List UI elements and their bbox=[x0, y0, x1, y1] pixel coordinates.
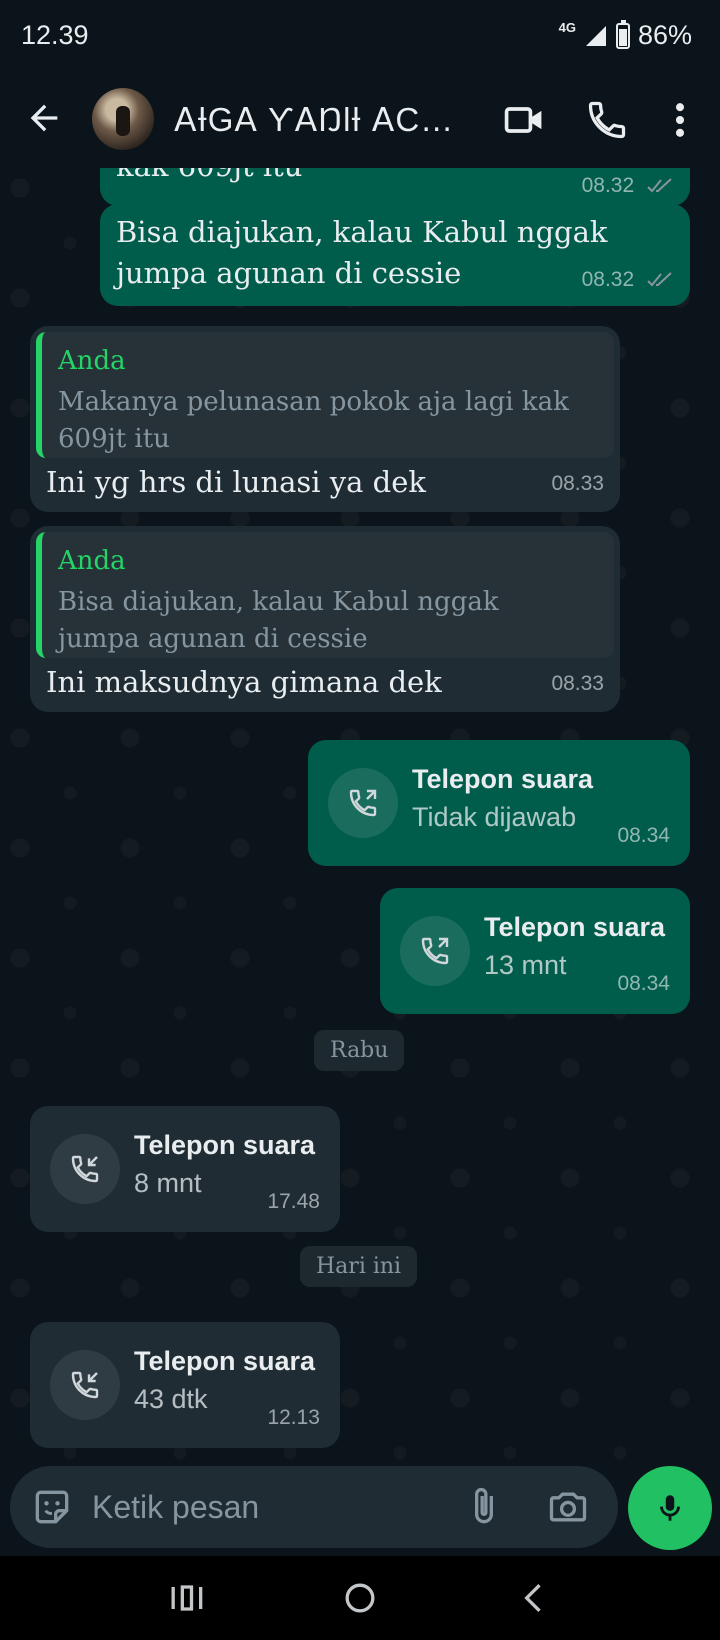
message-time: 17.48 bbox=[267, 1190, 320, 1213]
message-text: Bisa diajukan, kalau Kabul nggak jumpa a… bbox=[116, 215, 608, 290]
quoted-message[interactable]: Anda Makanya pelunasan pokok aja lagi ka… bbox=[36, 332, 614, 458]
call-title: Telepon suara bbox=[484, 912, 666, 942]
quoted-message[interactable]: Anda Bisa diajukan, kalau Kabul nggak ju… bbox=[36, 532, 614, 658]
voice-message-button[interactable] bbox=[628, 1466, 712, 1550]
signal-icon bbox=[585, 25, 606, 46]
home-icon[interactable] bbox=[338, 1576, 382, 1620]
read-ticks-icon bbox=[647, 272, 672, 287]
message-bubble-incoming[interactable]: Anda Makanya pelunasan pokok aja lagi ka… bbox=[30, 326, 620, 512]
call-title: Telepon suara bbox=[134, 1130, 316, 1160]
call-duration: 43 dtk bbox=[134, 1384, 208, 1414]
message-text: Ini yg hrs di lunasi ya dek bbox=[46, 465, 426, 499]
call-bubble-outgoing[interactable]: Telepon suara Tidak dijawab 08.34 bbox=[308, 740, 690, 866]
call-icon-circle bbox=[50, 1134, 120, 1204]
message-bubble-incoming[interactable]: Anda Bisa diajukan, kalau Kabul nggak ju… bbox=[30, 526, 620, 712]
message-time: 12.13 bbox=[267, 1406, 320, 1429]
message-text: kak 609jt itu bbox=[116, 168, 302, 187]
message-input[interactable] bbox=[92, 1466, 432, 1548]
message-text: Ini maksudnya gimana dek bbox=[46, 665, 442, 699]
contact-name[interactable]: ꓮƗGꓮ ƳꓮŊƖƗ ꓮCĦ... bbox=[174, 100, 464, 139]
attach-paperclip-icon[interactable] bbox=[462, 1485, 506, 1529]
message-time: 08.33 bbox=[551, 472, 604, 495]
call-icon-circle bbox=[50, 1350, 120, 1420]
voice-call-icon[interactable] bbox=[585, 98, 629, 142]
status-icons: 4G 86% bbox=[558, 19, 692, 51]
message-time: 08.33 bbox=[551, 672, 604, 695]
date-divider: Hari ini bbox=[300, 1246, 418, 1287]
message-time: 08.32 bbox=[582, 174, 674, 198]
status-bar: 12.39 4G 86% bbox=[0, 0, 720, 72]
call-bubble-outgoing[interactable]: Telepon suara 13 mnt 08.34 bbox=[380, 888, 690, 1014]
message-bubble-outgoing[interactable]: Bisa diajukan, kalau Kabul nggak jumpa a… bbox=[100, 204, 690, 306]
more-options-icon[interactable] bbox=[658, 98, 702, 142]
call-duration: 13 mnt bbox=[484, 950, 567, 980]
microphone-icon bbox=[660, 1495, 680, 1521]
call-status: Tidak dijawab bbox=[412, 802, 577, 832]
call-title: Telepon suara bbox=[412, 764, 594, 794]
message-bubble-outgoing[interactable]: kak 609jt itu 08.32 bbox=[100, 168, 690, 206]
incoming-call-icon bbox=[71, 1155, 99, 1183]
battery-icon bbox=[615, 19, 630, 49]
message-time: 08.34 bbox=[617, 972, 670, 995]
outgoing-call-icon bbox=[349, 789, 377, 817]
date-divider: Rabu bbox=[314, 1030, 405, 1071]
incoming-call-icon bbox=[71, 1371, 99, 1399]
camera-icon[interactable] bbox=[546, 1485, 590, 1529]
contact-avatar[interactable] bbox=[92, 88, 154, 150]
chat-header: ꓮƗGꓮ ƳꓮŊƖƗ ꓮCĦ... bbox=[0, 72, 720, 168]
video-call-icon[interactable] bbox=[502, 98, 546, 142]
call-title: Telepon suara bbox=[134, 1346, 316, 1376]
network-type: 4G bbox=[558, 20, 576, 35]
read-ticks-icon bbox=[647, 178, 672, 193]
status-time: 12.39 bbox=[21, 20, 89, 50]
back-nav-icon[interactable] bbox=[512, 1576, 556, 1620]
call-icon-circle bbox=[328, 768, 398, 838]
chat-area[interactable]: kak 609jt itu 08.32 Bisa diajukan, kalau… bbox=[0, 168, 720, 1460]
call-icon-circle bbox=[400, 916, 470, 986]
message-time: 08.32 bbox=[582, 268, 674, 292]
quoted-text: Bisa diajukan, kalau Kabul nggak jumpa a… bbox=[58, 587, 499, 654]
quoted-sender: Anda bbox=[58, 546, 126, 576]
call-bubble-incoming[interactable]: Telepon suara 8 mnt 17.48 bbox=[30, 1106, 340, 1232]
battery-percent: 86% bbox=[637, 20, 692, 50]
sticker-emoji-icon[interactable] bbox=[30, 1485, 74, 1529]
quoted-text: Makanya pelunasan pokok aja lagi kak 609… bbox=[58, 387, 569, 454]
quoted-sender: Anda bbox=[58, 346, 126, 376]
system-nav-bar bbox=[0, 1556, 720, 1640]
message-time: 08.34 bbox=[617, 824, 670, 847]
call-duration: 8 mnt bbox=[134, 1168, 202, 1198]
recent-apps-icon[interactable] bbox=[164, 1576, 208, 1620]
outgoing-call-icon bbox=[421, 937, 449, 965]
message-composer bbox=[10, 1466, 618, 1548]
back-arrow-icon[interactable] bbox=[24, 98, 64, 138]
call-bubble-incoming[interactable]: Telepon suara 43 dtk 12.13 bbox=[30, 1322, 340, 1448]
